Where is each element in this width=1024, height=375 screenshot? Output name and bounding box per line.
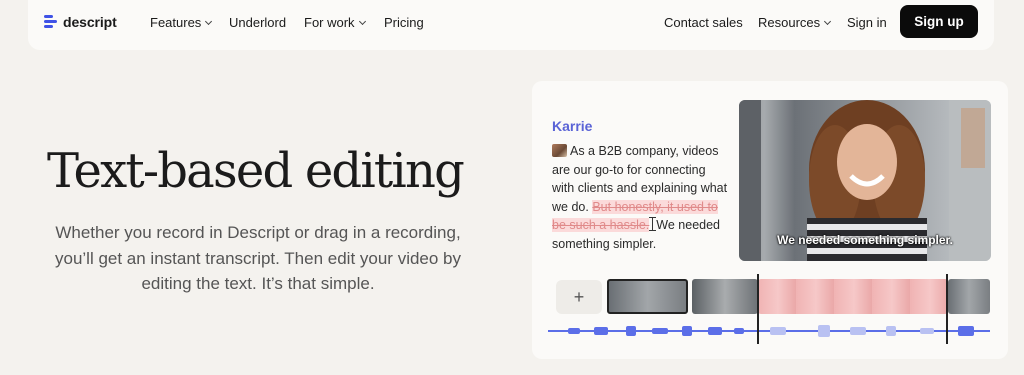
timeline-clip[interactable] bbox=[607, 279, 688, 314]
nav-sign-in-label: Sign in bbox=[847, 15, 887, 30]
chevron-down-icon bbox=[824, 17, 832, 25]
nav-contact-sales[interactable]: Contact sales bbox=[664, 15, 743, 30]
nav-contact-sales-label: Contact sales bbox=[664, 15, 743, 30]
chevron-down-icon bbox=[358, 17, 366, 25]
top-nav: descript Features Underlord For work Pri… bbox=[28, 0, 994, 50]
sign-up-button[interactable]: Sign up bbox=[900, 5, 978, 38]
playhead-end[interactable] bbox=[946, 274, 948, 344]
nav-features-label: Features bbox=[150, 15, 202, 30]
nav-resources[interactable]: Resources bbox=[758, 15, 832, 30]
hero-subtitle: Whether you record in Descript or drag i… bbox=[54, 223, 462, 293]
speaker-avatar bbox=[552, 144, 567, 157]
nav-pricing[interactable]: Pricing bbox=[384, 15, 424, 30]
timeline-clip[interactable] bbox=[948, 279, 990, 314]
nav-underlord-label: Underlord bbox=[229, 15, 287, 30]
speaker-name: Karrie bbox=[552, 118, 593, 134]
add-clip-button[interactable]: + bbox=[556, 280, 602, 314]
nav-pricing-label: Pricing bbox=[384, 15, 424, 30]
nav-features[interactable]: Features bbox=[150, 15, 213, 30]
video-preview[interactable]: We needed something simpler. bbox=[739, 100, 991, 261]
nav-sign-in[interactable]: Sign in bbox=[847, 15, 887, 30]
audio-waveform[interactable] bbox=[548, 322, 990, 340]
page-title: Text-based editing bbox=[46, 143, 465, 199]
video-caption: We needed something simpler. bbox=[777, 233, 953, 247]
transcript-text[interactable]: As a B2B company, videos are our go-to f… bbox=[552, 142, 730, 253]
playhead-start[interactable] bbox=[757, 274, 759, 344]
nav-for-work-label: For work bbox=[304, 15, 355, 30]
timeline-clip[interactable] bbox=[692, 279, 758, 314]
descript-logo-icon bbox=[44, 15, 57, 29]
nav-for-work[interactable]: For work bbox=[304, 15, 366, 30]
nav-resources-label: Resources bbox=[758, 15, 821, 30]
timeline-clip-deleted[interactable] bbox=[758, 279, 948, 314]
nav-underlord[interactable]: Underlord bbox=[229, 15, 286, 30]
logo-text: descript bbox=[63, 14, 117, 30]
descript-logo[interactable]: descript bbox=[44, 14, 117, 30]
chevron-down-icon bbox=[205, 17, 213, 25]
text-cursor-icon bbox=[649, 217, 657, 231]
